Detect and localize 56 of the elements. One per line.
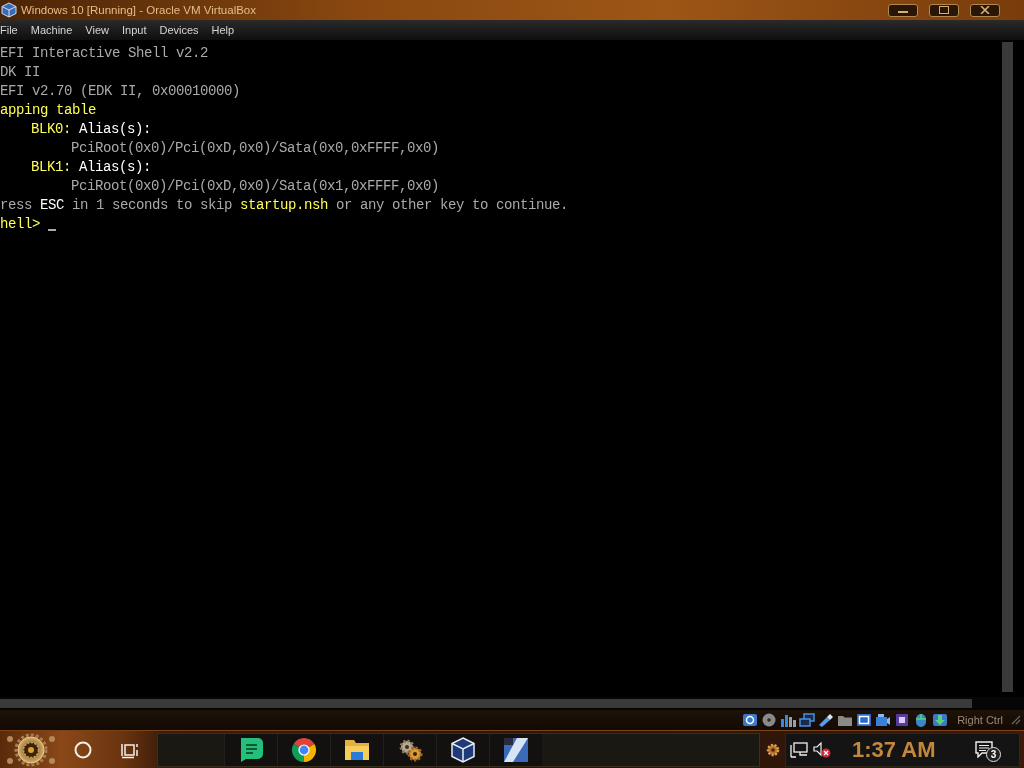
terminal-line: PciRoot(0x0)/Pci(0xD,0x0)/Sata(0x0,0xFFFF,0x0) (71, 139, 440, 158)
notification-badge: 3 (986, 746, 1001, 762)
message-icon (975, 741, 993, 758)
taskbar-app-button[interactable] (436, 733, 489, 766)
terminal-line: ress ESC in 1 seconds to skip startup.nsh or any other key to continue. (0, 196, 569, 215)
vertical-scrollbar[interactable] (1002, 42, 1013, 692)
cube-icon (1, 2, 17, 18)
menu-item[interactable]: Machine (30, 24, 73, 36)
folder-icon[interactable] (837, 713, 854, 727)
close-icon (979, 6, 991, 14)
down-arrow-icon[interactable] (932, 713, 949, 727)
display-icon[interactable] (856, 713, 873, 727)
terminal-line: DK II (0, 63, 40, 82)
network-icon (790, 741, 808, 758)
speaker-muted-icon (813, 741, 831, 758)
menu-item[interactable]: Input (121, 24, 147, 36)
terminal-line: BLK0: Alias(s): (31, 120, 152, 139)
resize-grip-icon[interactable] (1011, 715, 1021, 725)
menu-item[interactable]: Devices (159, 24, 199, 36)
maximize-button[interactable] (929, 3, 959, 17)
volume-button[interactable] (813, 741, 831, 758)
clock[interactable]: 1:37 AM (852, 736, 936, 763)
terminal-line: EFI Interactive Shell v2.2 (0, 44, 209, 63)
two-monitors-icon[interactable] (799, 713, 816, 727)
menu-item[interactable]: View (85, 24, 109, 36)
terminal-line: BLK1: Alias(s): (31, 158, 152, 177)
window-title: Windows 10 [Running] - Oracle VM VirtualBox (21, 4, 257, 16)
terminal-line: apping table (0, 101, 97, 120)
minimize-button[interactable] (888, 3, 918, 17)
maximize-icon (938, 6, 950, 14)
shell-prompt: hell> (0, 215, 56, 234)
usb-plug-icon[interactable] (818, 713, 835, 727)
cube-icon (450, 736, 476, 763)
menu-item[interactable]: File (0, 24, 18, 36)
host-key-label: Right Ctrl (957, 714, 1003, 726)
network-button[interactable] (790, 741, 808, 758)
chat-bubble-icon (238, 736, 264, 763)
menu-item[interactable]: Help (211, 24, 235, 36)
camera-icon[interactable] (875, 713, 892, 727)
browser-icon (291, 736, 317, 763)
taskbar-app-button[interactable] (277, 733, 330, 766)
tile-icon (503, 736, 529, 763)
taskbar-app-button[interactable] (330, 733, 383, 766)
terminal-line: PciRoot(0x0)/Pci(0xD,0x0)/Sata(0x1,0xFFFF,0x0) (71, 177, 440, 196)
close-button[interactable] (970, 3, 1000, 17)
signal-bars-icon[interactable] (780, 713, 797, 727)
ring-icon (74, 740, 92, 759)
horizontal-scrollbar[interactable] (0, 699, 972, 708)
gear-icon (4, 732, 58, 767)
taskbar-app-button[interactable] (489, 733, 542, 766)
optical-disc-icon[interactable] (761, 713, 778, 727)
chip-icon[interactable] (894, 713, 911, 727)
taskbar-app-button[interactable] (224, 733, 277, 766)
terminal-line: EFI v2.70 (EDK II, 0x00010000) (0, 82, 241, 101)
cog-icon (766, 742, 780, 757)
taskbar-app-button[interactable] (383, 733, 436, 766)
